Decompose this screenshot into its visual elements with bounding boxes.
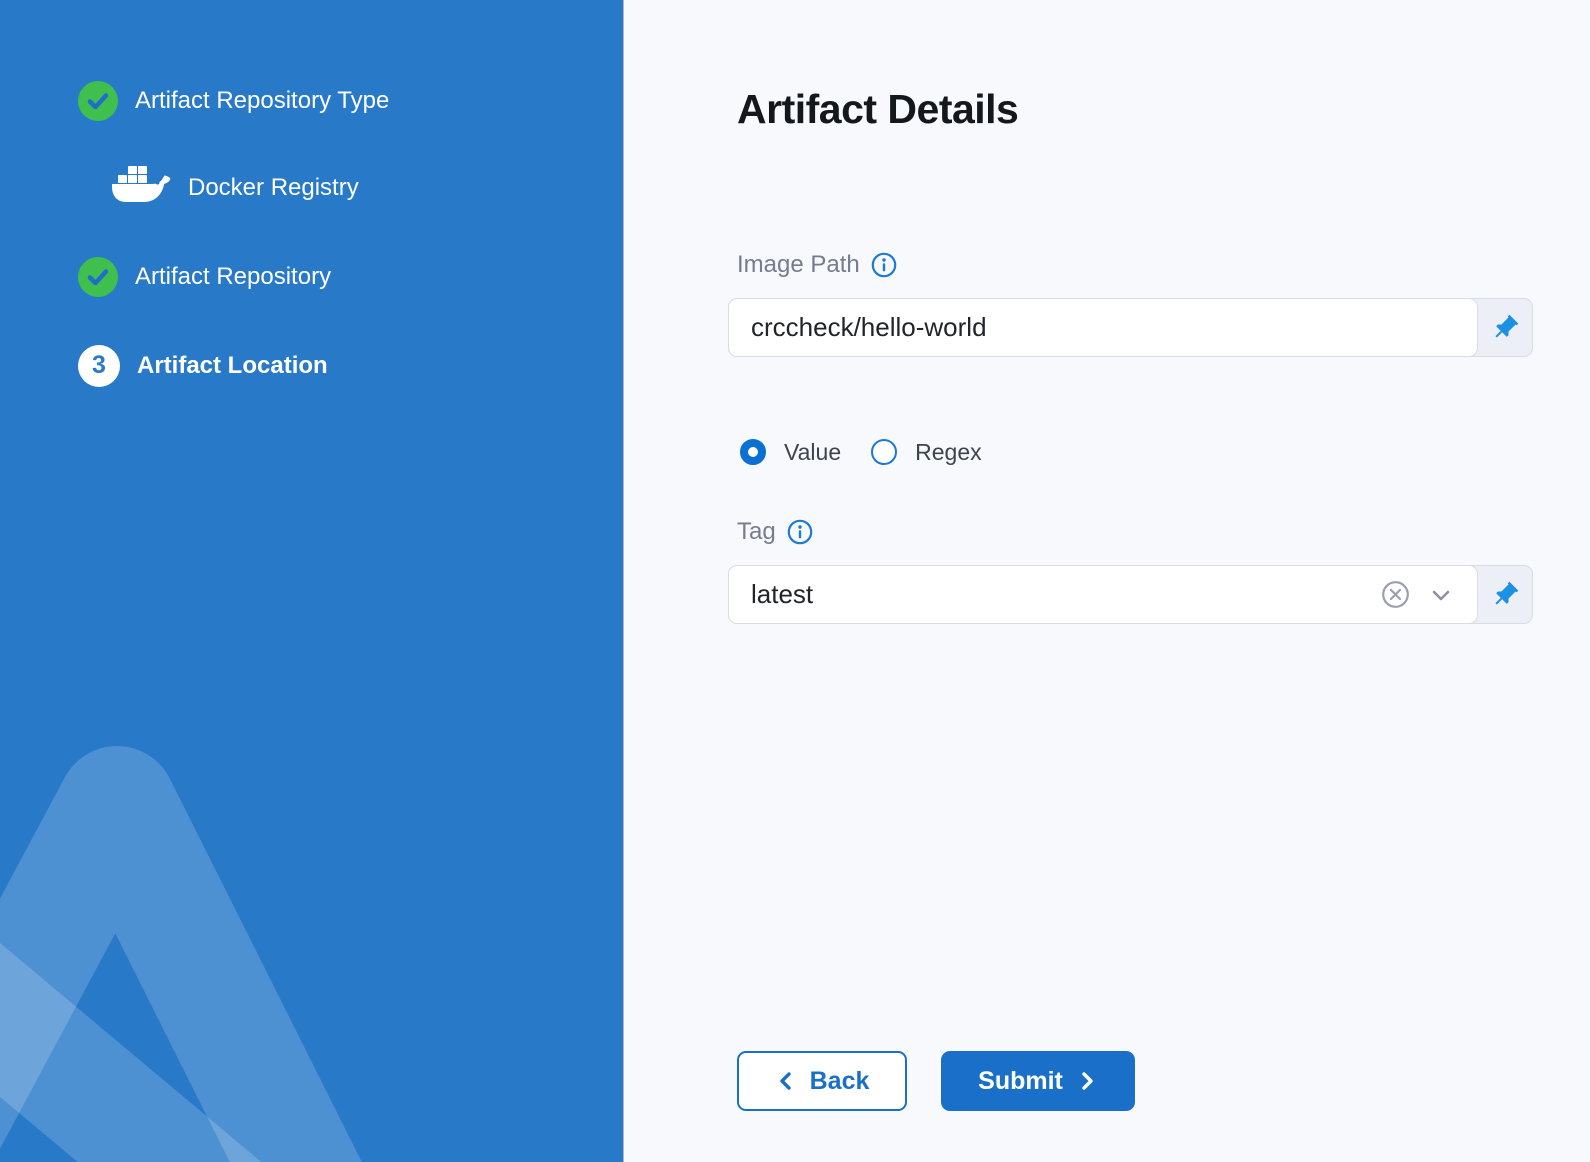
info-icon[interactable] [871, 252, 897, 278]
step-artifact-repository-type[interactable]: Artifact Repository Type [78, 81, 607, 121]
step-artifact-repository[interactable]: Artifact Repository [78, 257, 607, 297]
submit-button-label: Submit [978, 1067, 1063, 1096]
brand-watermark-logo [0, 742, 623, 1162]
step-artifact-location[interactable]: 3 Artifact Location [78, 344, 607, 387]
tag-input-wrap [728, 565, 1478, 624]
radio-icon [740, 439, 766, 465]
docker-whale-icon [110, 162, 172, 215]
tag-label-row: Tag [737, 518, 1533, 546]
radio-icon [871, 439, 897, 465]
substep-label: Docker Registry [188, 174, 359, 202]
check-circle-icon [78, 257, 118, 297]
chevron-right-icon [1076, 1069, 1098, 1093]
step-label: Artifact Repository [135, 263, 331, 291]
tag-input-group [728, 565, 1533, 624]
clear-circle-icon[interactable] [1380, 566, 1411, 623]
wizard-steps: Artifact Repository Type Docker Registry [78, 81, 607, 387]
pin-icon [1490, 580, 1520, 610]
image-path-input-wrap [728, 298, 1478, 357]
tag-pin-button[interactable] [1478, 566, 1532, 623]
chevron-left-icon [775, 1069, 797, 1093]
substep-docker-registry: Docker Registry [110, 164, 607, 212]
tag-match-type-radios: Value Regex [740, 439, 1533, 465]
tag-label: Tag [737, 518, 776, 546]
back-button[interactable]: Back [737, 1051, 907, 1111]
radio-label: Regex [915, 439, 981, 466]
step-label: Artifact Location [137, 352, 328, 380]
radio-label: Value [784, 439, 841, 466]
image-path-label: Image Path [737, 251, 860, 279]
submit-button[interactable]: Submit [941, 1051, 1135, 1111]
info-icon[interactable] [787, 519, 813, 545]
step-number-badge: 3 [78, 345, 120, 387]
image-path-input-group [728, 298, 1533, 357]
pin-icon [1490, 313, 1520, 343]
wizard-actions: Back Submit [737, 1051, 1533, 1111]
tag-input[interactable] [729, 579, 1477, 610]
chevron-down-icon[interactable] [1427, 566, 1455, 623]
back-button-label: Back [810, 1067, 870, 1096]
wizard-sidebar: Artifact Repository Type Docker Registry [0, 0, 623, 1162]
wizard-panel: Artifact Details Image Path [623, 0, 1590, 1162]
image-path-label-row: Image Path [737, 251, 1533, 279]
page-title: Artifact Details [737, 86, 1533, 133]
radio-option-regex[interactable]: Regex [871, 439, 981, 466]
image-path-pin-button[interactable] [1478, 299, 1532, 356]
radio-option-value[interactable]: Value [740, 439, 841, 466]
step-label: Artifact Repository Type [135, 87, 389, 115]
image-path-input[interactable] [729, 312, 1477, 343]
check-circle-icon [78, 81, 118, 121]
